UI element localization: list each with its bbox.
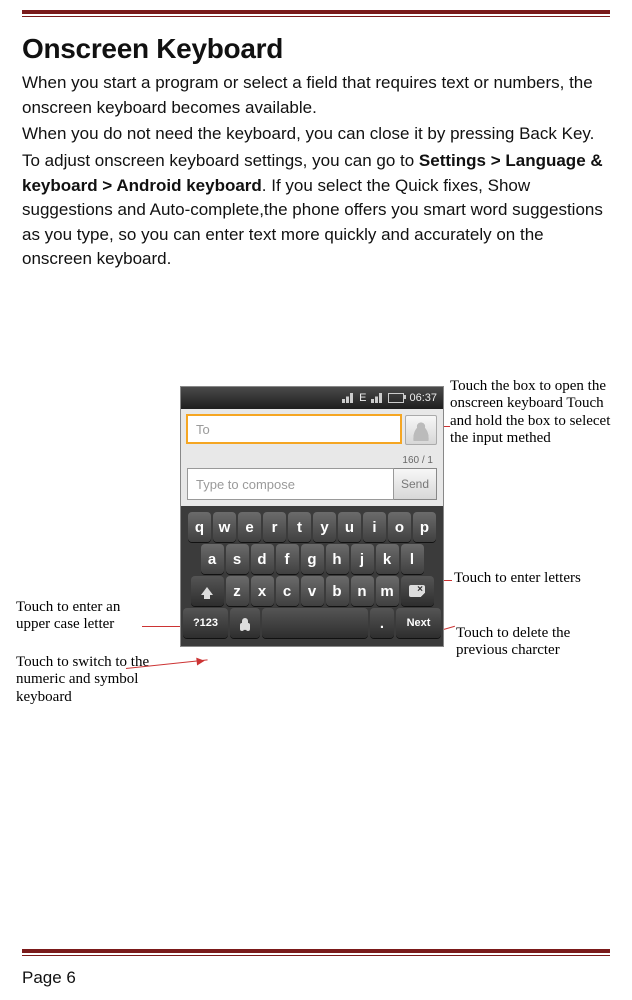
key-t[interactable]: t [288, 512, 311, 542]
wifi-icon [371, 393, 383, 403]
char-counter: 160 / 1 [181, 451, 443, 466]
paragraph-3: To adjust onscreen keyboard settings, yo… [22, 149, 610, 272]
key-space[interactable] [262, 608, 368, 638]
to-field[interactable]: To [187, 415, 401, 443]
shift-icon [201, 587, 213, 595]
paragraph-1: When you start a program or select a fie… [22, 71, 610, 120]
key-a[interactable]: a [201, 544, 224, 574]
battery-icon [388, 393, 404, 403]
key-j[interactable]: j [351, 544, 374, 574]
status-bar: E 06:37 [181, 387, 443, 409]
backspace-icon [409, 585, 425, 597]
key-v[interactable]: v [301, 576, 324, 606]
message-field[interactable]: Type to compose [187, 468, 394, 500]
callout-switch-numeric: Touch to switch to the numeric and symbo… [16, 654, 166, 706]
add-contact-button[interactable] [405, 415, 437, 445]
callout-enter-letters: Touch to enter letters [454, 570, 594, 587]
onscreen-keyboard: qwertyuiop asdfghjkl zxcvbnm ?123 . Next [181, 506, 443, 646]
mic-icon [242, 618, 248, 628]
key-h[interactable]: h [326, 544, 349, 574]
kbd-row-3: zxcvbnm [183, 576, 441, 606]
compose-area: To 160 / 1 Type to compose Send [181, 409, 443, 506]
key-i[interactable]: i [363, 512, 386, 542]
key-o[interactable]: o [388, 512, 411, 542]
figure: Touch the box to open the onscreen keybo… [16, 378, 616, 808]
bottom-rule [22, 949, 610, 956]
key-u[interactable]: u [338, 512, 361, 542]
key-e[interactable]: e [238, 512, 261, 542]
key-r[interactable]: r [263, 512, 286, 542]
key-w[interactable]: w [213, 512, 236, 542]
key-d[interactable]: d [251, 544, 274, 574]
key-delete[interactable] [401, 576, 434, 606]
key-period[interactable]: . [370, 608, 394, 638]
page-number: Page 6 [22, 968, 76, 988]
status-time: 06:37 [409, 392, 437, 404]
page-title: Onscreen Keyboard [22, 33, 610, 65]
key-x[interactable]: x [251, 576, 274, 606]
phone-mockup: E 06:37 To 160 / 1 Type to compose Send [180, 386, 444, 647]
key-q[interactable]: q [188, 512, 211, 542]
key-f[interactable]: f [276, 544, 299, 574]
kbd-row-4: ?123 . Next [183, 608, 441, 638]
signal-icon [342, 393, 354, 403]
key-s[interactable]: s [226, 544, 249, 574]
key-next[interactable]: Next [396, 608, 441, 638]
send-button[interactable]: Send [394, 468, 437, 500]
callout-delete: Touch to delete the previous charcter [456, 625, 616, 660]
key-shift[interactable] [191, 576, 224, 606]
paragraph-2: When you do not need the keyboard, you c… [22, 122, 610, 147]
key-p[interactable]: p [413, 512, 436, 542]
key-m[interactable]: m [376, 576, 399, 606]
kbd-row-2: asdfghjkl [183, 544, 441, 574]
key-k[interactable]: k [376, 544, 399, 574]
top-rule [22, 10, 610, 17]
kbd-row-1: qwertyuiop [183, 512, 441, 542]
key-b[interactable]: b [326, 576, 349, 606]
key-g[interactable]: g [301, 544, 324, 574]
key-z[interactable]: z [226, 576, 249, 606]
paragraph-3a: To adjust onscreen keyboard settings, yo… [22, 151, 419, 170]
callout-upper-case: Touch to enter an upper case letter [16, 599, 156, 634]
key-y[interactable]: y [313, 512, 336, 542]
key-mic[interactable] [230, 608, 260, 638]
key-n[interactable]: n [351, 576, 374, 606]
key-l[interactable]: l [401, 544, 424, 574]
network-label: E [359, 392, 366, 404]
body-text: When you start a program or select a fie… [22, 71, 610, 272]
callout-open-box: Touch the box to open the onscreen keybo… [450, 378, 620, 447]
key-symbols[interactable]: ?123 [183, 608, 228, 638]
key-c[interactable]: c [276, 576, 299, 606]
